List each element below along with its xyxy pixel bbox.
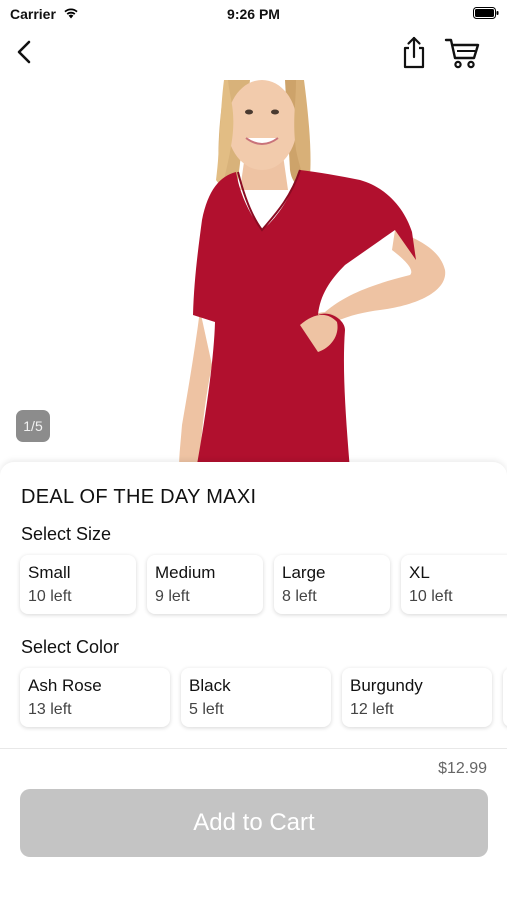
color-stock: 13 left (28, 701, 72, 718)
battery-icon (473, 7, 499, 19)
color-option-partial[interactable] (503, 668, 507, 727)
size-option-medium[interactable]: Medium 9 left (147, 555, 263, 614)
size-stock: 8 left (282, 588, 317, 605)
purchase-footer: $12.99 Add to Cart (0, 748, 507, 901)
size-name: Medium (155, 563, 216, 582)
back-icon[interactable] (10, 36, 38, 68)
color-stock: 5 left (189, 701, 224, 718)
color-option-ash-rose[interactable]: Ash Rose 13 left (20, 668, 170, 727)
size-option-xl[interactable]: XL 10 left (401, 555, 507, 614)
product-image-gallery[interactable] (0, 80, 507, 470)
size-stock: 9 left (155, 588, 190, 605)
size-name: Small (28, 563, 71, 582)
size-stock: 10 left (28, 588, 72, 605)
cart-icon[interactable] (444, 36, 482, 70)
status-time: 9:26 PM (227, 6, 280, 22)
product-details-sheet: DEAL OF THE DAY MAXI Select Size Small 1… (0, 462, 507, 748)
color-option-black[interactable]: Black 5 left (181, 668, 331, 727)
status-bar: Carrier 9:26 PM (0, 0, 507, 28)
nav-bar (0, 28, 507, 81)
size-name: XL (409, 563, 430, 582)
color-stock: 12 left (350, 701, 394, 718)
product-photo (179, 80, 446, 470)
color-section-label: Select Color (21, 637, 120, 657)
size-option-large[interactable]: Large 8 left (274, 555, 390, 614)
color-name: Burgundy (350, 676, 423, 695)
product-price: $12.99 (438, 760, 487, 777)
size-name: Large (282, 563, 326, 582)
color-name: Ash Rose (28, 676, 102, 695)
image-page-indicator: 1/5 (16, 410, 50, 442)
add-to-cart-button[interactable]: Add to Cart (20, 789, 488, 857)
color-options: Ash Rose 13 left Black 5 left Burgundy 1… (20, 668, 507, 727)
product-title: DEAL OF THE DAY MAXI (21, 486, 257, 508)
color-option-burgundy[interactable]: Burgundy 12 left (342, 668, 492, 727)
size-stock: 10 left (409, 588, 453, 605)
share-icon[interactable] (399, 34, 429, 70)
size-options: Small 10 left Medium 9 left Large 8 left… (20, 555, 507, 614)
size-section-label: Select Size (21, 524, 112, 544)
size-option-small[interactable]: Small 10 left (20, 555, 136, 614)
color-name: Black (189, 676, 231, 695)
